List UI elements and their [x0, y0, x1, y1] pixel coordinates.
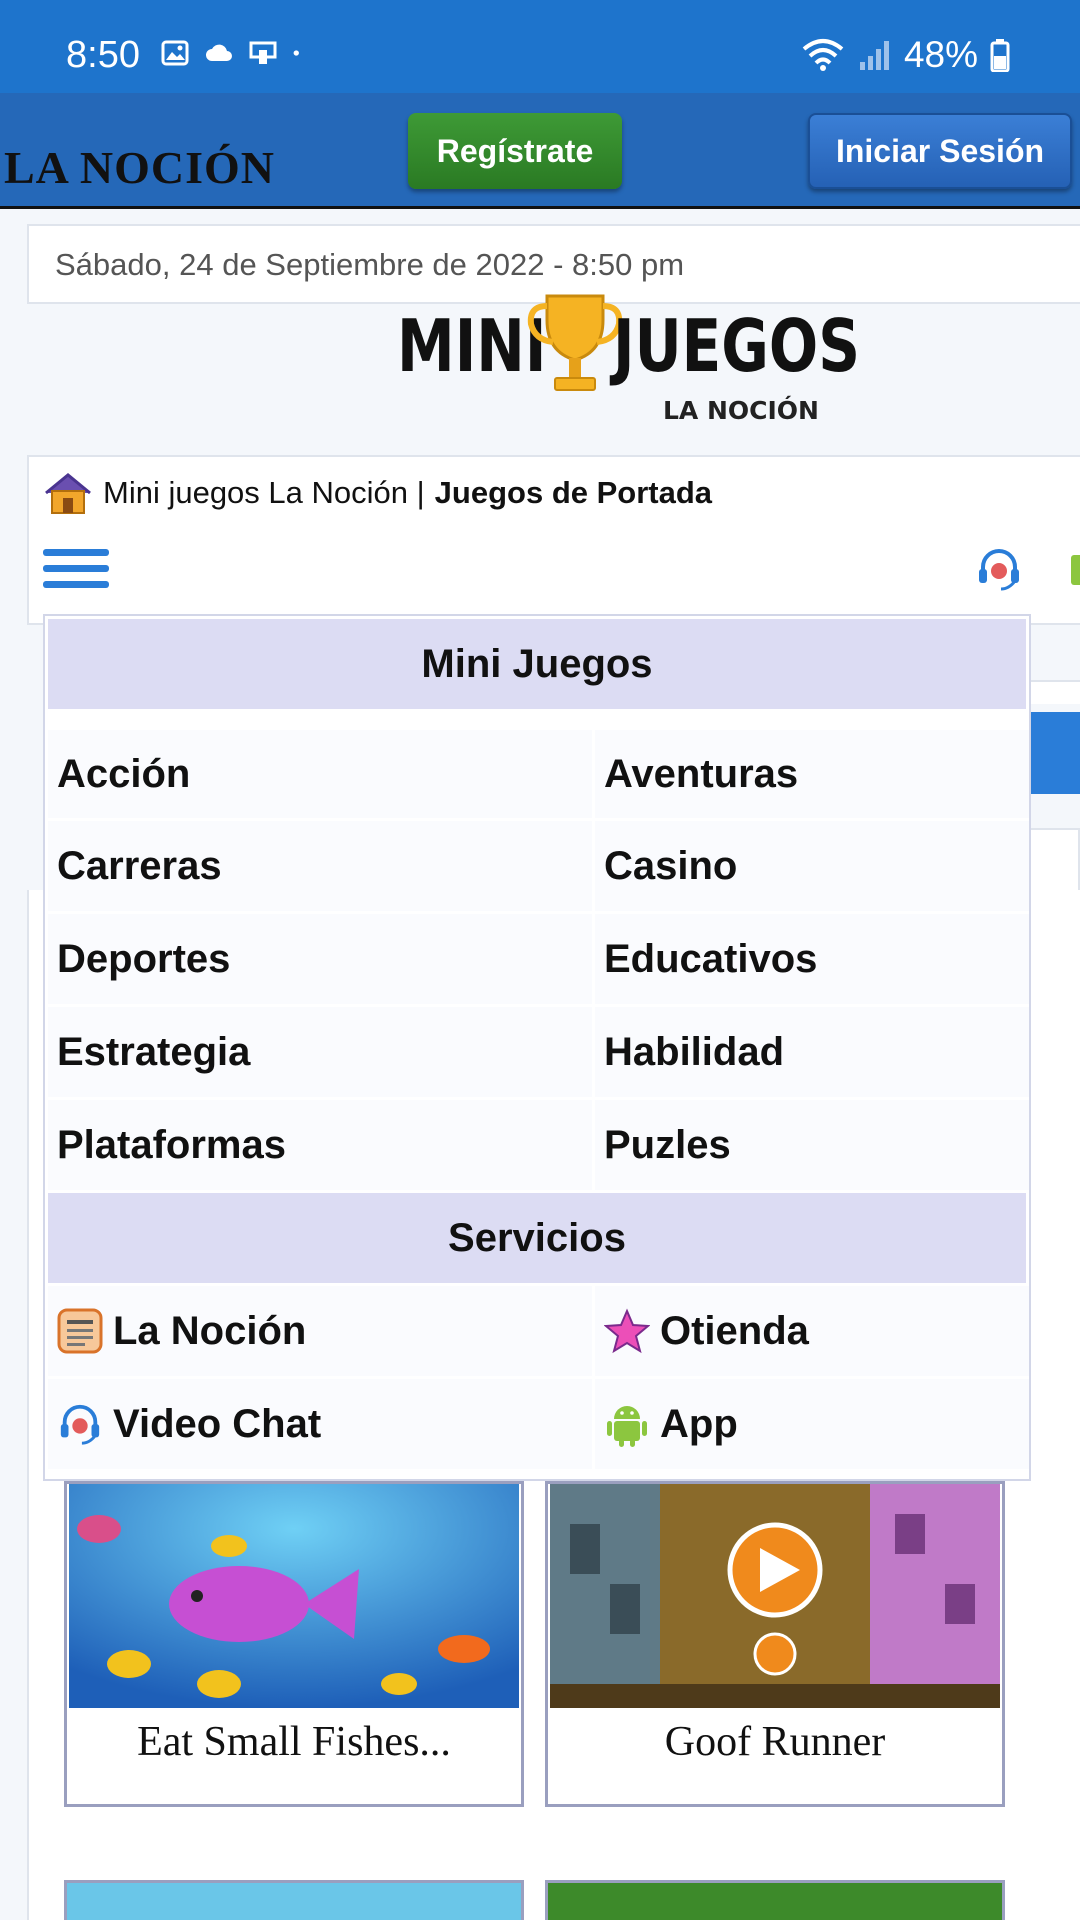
logo-text: LA NOCIÓN: [4, 142, 275, 193]
game-card-partial[interactable]: [545, 1880, 1005, 1920]
game-card-partial[interactable]: [64, 1880, 524, 1920]
la-nocion-logo[interactable]: LA NOCIÓN: [4, 117, 284, 193]
headset-icon[interactable]: [975, 545, 1023, 593]
menu-item-la-nocion[interactable]: La Noción: [48, 1286, 592, 1376]
hamburger-menu-icon[interactable]: [43, 549, 109, 599]
menu-item-educativos[interactable]: Educativos: [595, 914, 1029, 1004]
logo-word-mini: MINI: [397, 303, 547, 389]
status-time: 8:50: [66, 34, 140, 76]
menu-header-games: Mini Juegos: [48, 619, 1026, 709]
menu-item-carreras[interactable]: Carreras: [48, 821, 592, 911]
headset-icon: [60, 1404, 100, 1445]
gallery-icon: [161, 40, 189, 66]
service-label: App: [660, 1401, 738, 1446]
trophy-icon: [527, 294, 623, 391]
game-card[interactable]: Eat Small Fishes...: [64, 1481, 524, 1807]
battery-percent: 48%: [903, 34, 978, 75]
star-icon: [604, 1308, 650, 1354]
service-label: Video Chat: [113, 1401, 322, 1446]
menu-item-deportes[interactable]: Deportes: [48, 914, 592, 1004]
service-label: Otienda: [660, 1308, 809, 1353]
breadcrumb: Mini juegos La Noción | Juegos de Portad…: [43, 471, 712, 515]
android-icon-partial[interactable]: [1071, 555, 1080, 585]
menu-item-puzles[interactable]: Puzles: [595, 1100, 1029, 1190]
menu-item-plataformas[interactable]: Plataformas: [48, 1100, 592, 1190]
menu-item-casino[interactable]: Casino: [595, 821, 1029, 911]
game-title[interactable]: Goof Runner: [548, 1718, 1002, 1766]
date-text: Sábado, 24 de Septiembre de 2022 - 8:50 …: [55, 247, 685, 282]
menu-item-accion[interactable]: Acción: [48, 730, 592, 818]
logo-word-juegos: JUEGOS: [613, 303, 860, 389]
menu-item-estrategia[interactable]: Estrategia: [48, 1007, 592, 1097]
status-right: 48%: [800, 34, 1010, 76]
wifi-icon: [802, 39, 844, 71]
newspaper-icon: [57, 1308, 103, 1354]
dot-icon: [293, 50, 299, 56]
game-card[interactable]: Goof Runner: [545, 1481, 1005, 1807]
breadcrumb-prefix[interactable]: Mini juegos La Noción |: [103, 475, 425, 511]
menu-item-otienda[interactable]: Otienda: [595, 1286, 1029, 1376]
mini-juegos-logo[interactable]: MINI JUEGOS LA NOCIÓN: [395, 288, 865, 433]
menu-item-habilidad[interactable]: Habilidad: [595, 1007, 1029, 1097]
notification-icons: [160, 38, 308, 68]
breadcrumb-panel: Mini juegos La Noción | Juegos de Portad…: [27, 455, 1080, 625]
game-thumbnail-runner: [550, 1484, 1000, 1708]
game-title[interactable]: Eat Small Fishes...: [67, 1718, 521, 1766]
login-button[interactable]: Iniciar Sesión: [808, 113, 1072, 189]
home-icon[interactable]: [43, 471, 93, 515]
game-thumbnail-fish: [69, 1484, 519, 1708]
android-icon: [607, 1406, 647, 1447]
cloud-icon: [206, 44, 232, 61]
status-bar: 8:50 48%: [0, 0, 1080, 93]
menu-header-services: Servicios: [48, 1193, 1026, 1283]
services-grid: La Noción Otienda Video Chat App: [48, 1286, 1029, 1469]
dropdown-menu: Mini Juegos Acción Aventuras Carreras Ca…: [43, 614, 1031, 1481]
category-grid: Acción Aventuras Carreras Casino Deporte…: [48, 712, 1029, 1190]
menu-item-app[interactable]: App: [595, 1379, 1029, 1469]
menu-item-aventuras[interactable]: Aventuras: [595, 730, 1029, 818]
breadcrumb-current: Juegos de Portada: [434, 475, 713, 510]
battery-icon: [990, 39, 1010, 72]
signal-icon: [859, 41, 889, 70]
menu-item-video-chat[interactable]: Video Chat: [48, 1379, 592, 1469]
display-icon: [249, 41, 277, 64]
logo-subtitle: LA NOCIÓN: [663, 396, 819, 425]
service-label: La Noción: [113, 1308, 307, 1353]
register-button[interactable]: Regístrate: [408, 113, 622, 189]
site-header: LA NOCIÓN Regístrate Iniciar Sesión: [0, 93, 1080, 209]
